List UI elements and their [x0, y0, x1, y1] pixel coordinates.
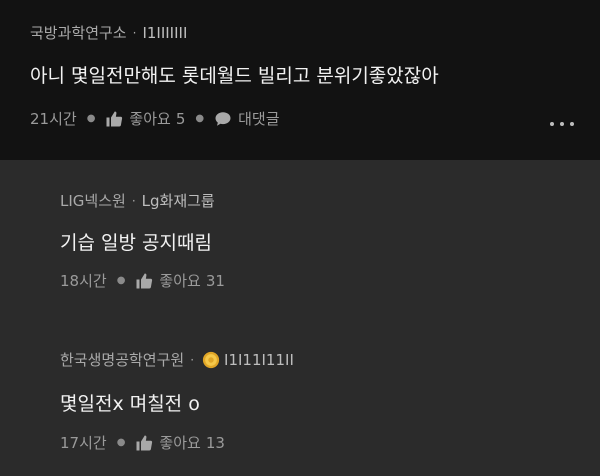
comment-time: 18시간	[60, 272, 107, 290]
comment-time: 17시간	[60, 434, 107, 452]
reply-button[interactable]: 대댓글	[214, 108, 280, 129]
comment-author-line: LIG넥스원 · Lg화재그룹	[60, 190, 215, 211]
gold-coin-icon	[202, 351, 220, 368]
author-name[interactable]: LIG넥스원	[60, 190, 126, 211]
comment-author-line: 국방과학연구소 · I1IIIIIII	[30, 22, 187, 43]
comment-text: 아니 몇일전만해도 롯데월드 빌리고 분위기좋았잖아	[30, 65, 439, 87]
separator-dot: ●	[116, 437, 126, 448]
like-button[interactable]: 좋아요 13	[135, 432, 225, 453]
reply-comment: LIG넥스원 · Lg화재그룹 기습 일방 공지때림 18시간 ● 좋아요 31	[0, 160, 600, 323]
author-name[interactable]: 한국생명공학연구원	[60, 349, 184, 370]
separator-dot: ●	[86, 113, 96, 124]
speech-bubble-icon	[215, 111, 231, 126]
thumbs-up-icon	[136, 435, 153, 450]
reply-label: 대댓글	[238, 110, 280, 128]
comment-text: 기습 일방 공지때림	[60, 232, 212, 254]
thumbs-up-icon	[136, 273, 153, 288]
like-button[interactable]: 좋아요 31	[135, 270, 225, 291]
more-options-button[interactable]	[550, 116, 574, 132]
comment-time: 21시간	[30, 110, 77, 128]
comment-meta: 18시간 ● 좋아요 31	[60, 270, 225, 291]
main-comment: 국방과학연구소 · I1IIIIIII 아니 몇일전만해도 롯데월드 빌리고 분…	[0, 0, 600, 160]
comment-meta: 21시간 ● 좋아요 5 ● 대댓글	[30, 108, 280, 129]
like-count: 13	[205, 433, 225, 452]
author-flair: Lg화재그룹	[141, 192, 215, 210]
like-label: 좋아요	[159, 434, 201, 452]
like-count: 5	[175, 109, 186, 128]
separator-dot: ●	[195, 113, 205, 124]
like-label: 좋아요	[159, 272, 201, 290]
separator-dot: ·	[190, 352, 195, 367]
like-button[interactable]: 좋아요 5	[105, 108, 185, 129]
like-label: 좋아요	[129, 110, 171, 128]
comment-author-line: 한국생명공학연구원 · I1I11I11II	[60, 349, 294, 370]
author-flair: I1I11I11II	[224, 350, 294, 369]
comment-text: 몇일전x 며칠전 o	[60, 393, 200, 415]
like-count: 31	[205, 271, 225, 290]
comment-meta: 17시간 ● 좋아요 13	[60, 432, 225, 453]
author-name[interactable]: 국방과학연구소	[30, 22, 127, 43]
reply-comment: 한국생명공학연구원 · I1I11I11II 몇일전x 며칠전 o 17시간 ●…	[0, 323, 600, 476]
more-horizontal-icon	[550, 122, 554, 126]
thumbs-up-icon	[106, 111, 123, 126]
separator-dot: ·	[131, 193, 136, 208]
separator-dot: ●	[116, 275, 126, 286]
separator-dot: ·	[132, 25, 137, 40]
author-flair: I1IIIIIII	[142, 23, 188, 42]
